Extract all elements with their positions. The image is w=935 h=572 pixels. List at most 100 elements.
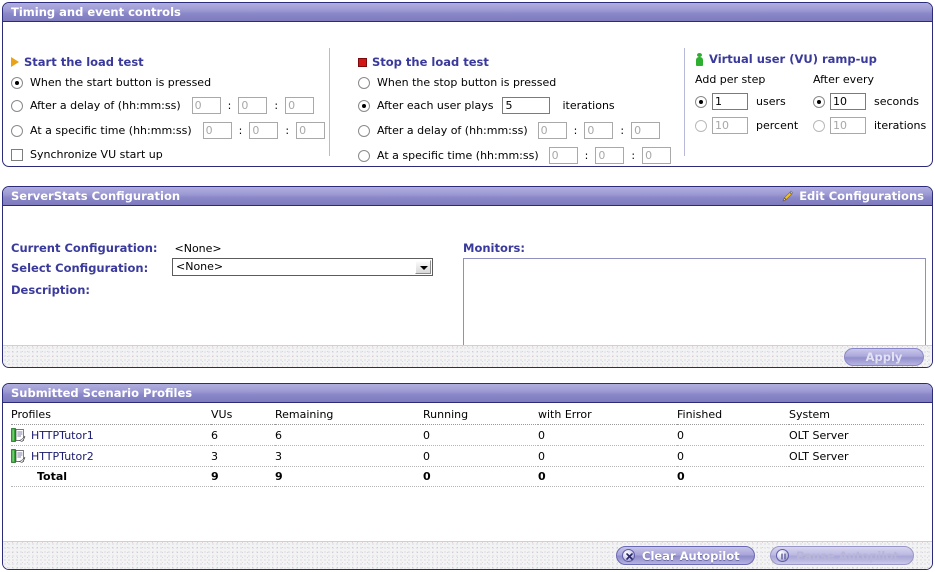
stop-option-iterations-radio[interactable] (358, 99, 370, 112)
script-icon (11, 449, 26, 463)
stop-delay-hours-input[interactable] (537, 122, 567, 139)
timing-panel-body: Start the load test When the start butto… (3, 22, 932, 166)
profiles-table: Profiles VUs Remaining Running with Erro… (11, 406, 924, 487)
cell-running: 0 (423, 424, 538, 446)
synchronize-vu-start-up-row[interactable]: Synchronize VU start up (11, 148, 321, 161)
stop-option-delay[interactable]: After a delay of (hh:mm:ss) : : (358, 122, 678, 139)
autopilot-page: Timing and event controls Start the load… (0, 0, 935, 572)
serverstats-configuration-panel: ServerStats Configuration Edit Configura… (2, 186, 933, 368)
monitors-listbox[interactable] (463, 258, 926, 348)
vu-add-users-radio[interactable] (695, 95, 707, 108)
stop-option-delay-label: After a delay of (hh:mm:ss) (377, 124, 528, 137)
vu-add-percent-input[interactable] (712, 117, 748, 134)
monitors-listbox-value (464, 259, 925, 265)
stop-time-hours-input[interactable] (548, 147, 578, 164)
virtual-user-ramp-up-group: Virtual user (VU) ramp-up Add per step A… (695, 52, 932, 134)
stop-option-stop-button[interactable]: When the stop button is pressed (358, 76, 678, 89)
play-icon (11, 57, 19, 67)
cell-total-running: 0 (423, 466, 538, 487)
stop-delay-minutes-input[interactable] (584, 122, 614, 139)
vu-add-percent-radio[interactable] (695, 119, 707, 132)
profile-name-label: HTTPTutor1 (31, 428, 94, 442)
pause-circle-icon (776, 549, 789, 562)
start-time-sep-1: : (238, 124, 243, 137)
vu-every-seconds-radio[interactable] (813, 95, 825, 108)
select-configuration-dropdown[interactable]: <None> (172, 258, 433, 276)
stop-time-minutes-input[interactable] (595, 147, 625, 164)
stop-time-sep-1: : (584, 149, 589, 162)
profiles-footer-strip: Clear Autopilot Pause Autopilot (3, 541, 932, 569)
synchronize-vu-start-up-checkbox[interactable] (11, 148, 23, 161)
vu-every-iterations-input[interactable] (830, 117, 866, 134)
divider-start-stop (329, 48, 330, 156)
script-icon (11, 428, 26, 442)
table-row[interactable]: HTTPTutor2 3 3 0 0 0 OLT Server (11, 445, 924, 467)
cell-vus: 3 (211, 445, 275, 467)
cell-total-finished: 0 (677, 466, 789, 487)
start-delay-seconds-input[interactable] (285, 97, 315, 114)
start-delay-hours-input[interactable] (191, 97, 221, 114)
description-label: Description: (11, 283, 90, 297)
clear-autopilot-button[interactable]: Clear Autopilot (616, 546, 755, 565)
profile-name-label: HTTPTutor2 (31, 449, 94, 463)
stop-option-stop-button-radio[interactable] (358, 76, 370, 89)
start-option-start-button-radio[interactable] (11, 76, 23, 89)
vu-every-seconds-option[interactable]: seconds (813, 93, 919, 110)
vu-every-seconds-label: seconds (874, 95, 919, 108)
vu-add-percent-label: percent (756, 119, 799, 132)
start-delay-minutes-input[interactable] (238, 97, 268, 114)
vu-add-users-input[interactable] (712, 93, 748, 110)
column-header-system: System (789, 406, 924, 425)
stop-delay-seconds-input[interactable] (631, 122, 661, 139)
chevron-down-icon[interactable] (415, 260, 431, 274)
start-time-hours-input[interactable] (202, 122, 232, 139)
start-option-start-button[interactable]: When the start button is pressed (11, 76, 321, 89)
start-option-start-button-label: When the start button is pressed (30, 76, 212, 89)
select-configuration-label: Select Configuration: (11, 261, 149, 275)
timing-panel-title-text: Timing and event controls (11, 5, 181, 19)
start-option-specific-time-radio[interactable] (11, 124, 23, 137)
description-row: Description: (11, 283, 171, 297)
start-time-minutes-input[interactable] (249, 122, 279, 139)
vu-col1-header: Add per step (695, 73, 766, 86)
cell-system: OLT Server (789, 445, 924, 467)
clear-autopilot-label: Clear Autopilot (642, 548, 740, 563)
start-time-seconds-input[interactable] (296, 122, 326, 139)
vu-every-seconds-input[interactable] (830, 93, 866, 110)
pause-autopilot-button[interactable]: Pause Autopilot (770, 546, 914, 565)
cell-total-label: Total (11, 466, 211, 487)
cancel-circle-icon (622, 549, 635, 562)
start-option-delay-radio[interactable] (11, 99, 23, 112)
stop-icon (358, 57, 367, 67)
edit-configurations-link[interactable]: Edit Configurations (781, 187, 924, 206)
stop-the-load-test-group: Stop the load test When the stop button … (358, 55, 678, 164)
stop-delay-sep-2: : (620, 124, 625, 137)
vu-add-percent-option[interactable]: percent (695, 117, 813, 134)
edit-configurations-label: Edit Configurations (799, 189, 924, 203)
stop-option-iterations[interactable]: After each user plays iterations (358, 97, 678, 114)
cell-remaining: 6 (275, 424, 423, 446)
vu-row-users-seconds: users seconds (695, 93, 932, 110)
vu-column-headers: Add per step After every (695, 73, 932, 86)
apply-button[interactable]: Apply (844, 348, 924, 366)
pause-autopilot-label: Pause Autopilot (796, 548, 899, 563)
start-group-heading-text: Start the load test (24, 55, 144, 69)
cell-profile-name: HTTPTutor2 (11, 445, 211, 467)
vu-every-iterations-radio[interactable] (813, 119, 825, 132)
vu-add-users-option[interactable]: users (695, 93, 813, 110)
start-option-delay[interactable]: After a delay of (hh:mm:ss) : : (11, 97, 321, 114)
stop-option-specific-time-radio[interactable] (358, 149, 370, 162)
table-row[interactable]: HTTPTutor1 6 6 0 0 0 OLT Server (11, 424, 924, 446)
pencil-icon (781, 190, 794, 203)
cell-total-system (789, 466, 924, 487)
vu-col2-header: After every (813, 73, 874, 86)
vu-every-iterations-option[interactable]: iterations (813, 117, 926, 134)
stop-time-seconds-input[interactable] (642, 147, 672, 164)
stop-option-specific-time-label: At a specific time (hh:mm:ss) (377, 149, 539, 162)
stop-option-specific-time[interactable]: At a specific time (hh:mm:ss) : : (358, 147, 678, 164)
serverstats-panel-title: ServerStats Configuration Edit Configura… (3, 187, 932, 206)
cell-with-error: 0 (538, 424, 677, 446)
start-option-specific-time[interactable]: At a specific time (hh:mm:ss) : : (11, 122, 326, 139)
stop-option-delay-radio[interactable] (358, 124, 370, 137)
stop-iterations-input[interactable] (502, 97, 551, 114)
